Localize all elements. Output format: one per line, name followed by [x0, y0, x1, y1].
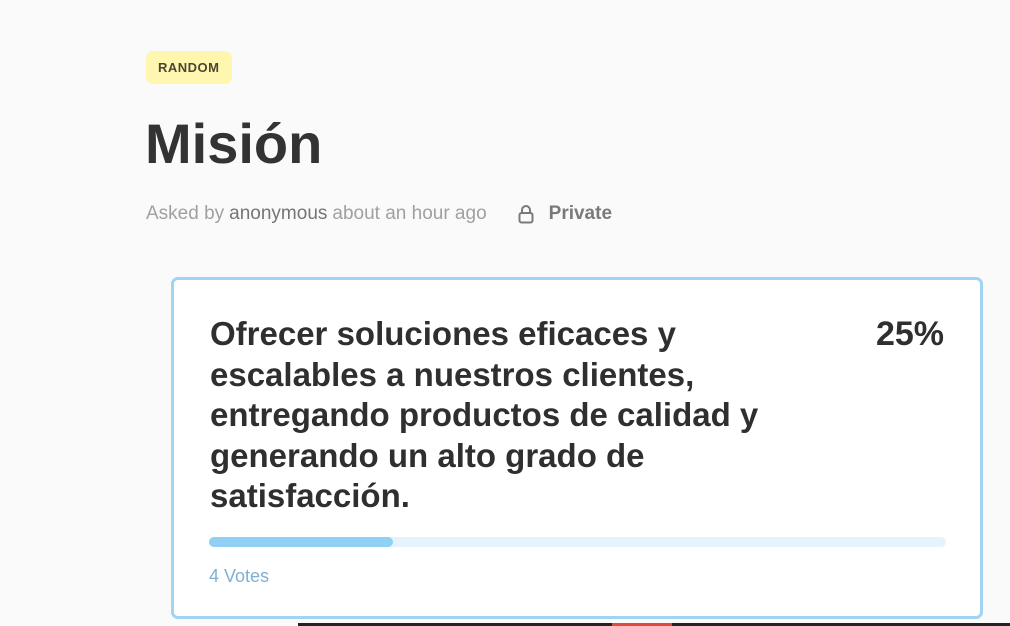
lock-icon — [518, 205, 534, 224]
vote-count: 4 Votes — [209, 566, 270, 586]
option-percent: 25% — [875, 315, 944, 353]
poll-option-card[interactable]: Ofrecer soluciones eficaces y escalables… — [171, 277, 983, 619]
asked-by-label: Asked by — [146, 203, 225, 224]
privacy-indicator: Private — [517, 203, 612, 225]
vote-progress-fill — [209, 537, 394, 547]
asked-time: about an hour ago — [332, 203, 487, 224]
vote-progress-bar — [209, 537, 946, 547]
question-meta: Asked by anonymous about an hour ago Pri… — [146, 202, 612, 226]
author-name: anonymous — [229, 203, 328, 224]
privacy-label: Private — [548, 203, 613, 224]
option-text: Ofrecer soluciones eficaces y escalables… — [210, 315, 759, 514]
category-tag[interactable]: RANDOM — [146, 51, 232, 84]
question-title: Misión — [145, 112, 323, 175]
